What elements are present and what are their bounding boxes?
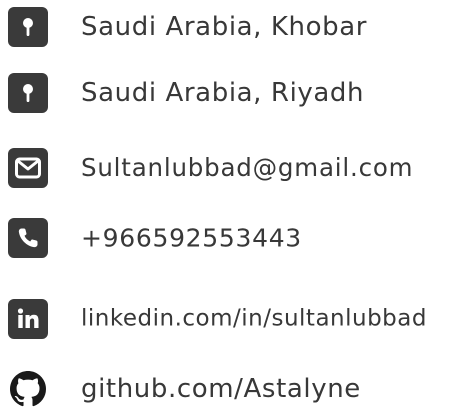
map-pin-icon — [8, 7, 48, 47]
contact-item-github[interactable]: github.com/Astalyne — [0, 366, 474, 412]
linkedin-icon — [8, 299, 48, 339]
email-link[interactable]: Sultanlubbad@gmail.com — [81, 155, 413, 181]
github-icon — [8, 369, 48, 409]
contact-item-email[interactable]: Sultanlubbad@gmail.com — [0, 145, 474, 191]
github-link[interactable]: github.com/Astalyne — [81, 376, 361, 402]
contact-item-location-riyadh: Saudi Arabia, Riyadh — [0, 70, 474, 116]
phone-icon — [8, 218, 48, 258]
contact-item-location-khobar: Saudi Arabia, Khobar — [0, 4, 474, 50]
map-pin-icon — [8, 73, 48, 113]
location-text: Saudi Arabia, Riyadh — [81, 78, 365, 108]
phone-link[interactable]: +966592553443 — [81, 226, 302, 251]
contact-list: Saudi Arabia, Khobar Saudi Arabia, Riyad… — [0, 0, 474, 407]
contact-item-linkedin[interactable]: linkedin.com/in/sultanlubbad — [0, 296, 474, 342]
contact-item-phone[interactable]: +966592553443 — [0, 215, 474, 261]
location-text: Saudi Arabia, Khobar — [81, 12, 368, 42]
envelope-icon — [8, 148, 48, 188]
linkedin-link[interactable]: linkedin.com/in/sultanlubbad — [81, 307, 427, 331]
